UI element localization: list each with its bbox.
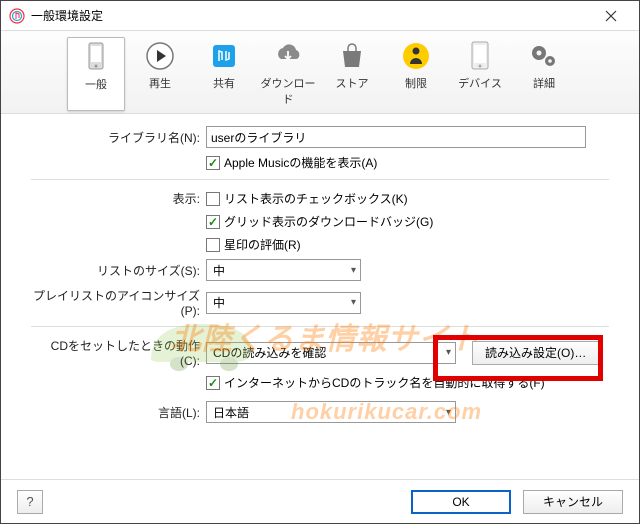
list-checkbox-checkbox[interactable] — [206, 192, 220, 206]
close-button[interactable] — [591, 2, 631, 30]
window-title: 一般環境設定 — [31, 7, 591, 24]
ok-button[interactable]: OK — [411, 490, 511, 514]
device-icon — [451, 39, 509, 73]
apple-music-checkbox[interactable] — [206, 156, 220, 170]
phone-icon — [68, 40, 124, 74]
cd-action-label: CDをセットしたときの動作(C): — [31, 337, 206, 368]
list-size-label: リストのサイズ(S): — [31, 262, 206, 279]
tab-sharing[interactable]: 共有 — [195, 37, 253, 111]
import-settings-button[interactable]: 読み込み設定(O)… — [472, 341, 599, 365]
list-checkbox-label: リスト表示のチェックボックス(K) — [224, 190, 408, 207]
gears-icon — [515, 39, 573, 73]
cloud-download-icon — [259, 39, 317, 73]
footer: ? OK キャンセル — [1, 479, 639, 523]
chevron-down-icon: ▾ — [351, 265, 356, 276]
cd-internet-checkbox[interactable] — [206, 376, 220, 390]
tab-devices[interactable]: デバイス — [451, 37, 509, 111]
app-icon — [9, 8, 25, 24]
cd-internet-label: インターネットからCDのトラック名を自動的に取得する(F) — [224, 374, 545, 391]
bag-icon — [323, 39, 381, 73]
tab-advanced[interactable]: 詳細 — [515, 37, 573, 111]
cd-action-select[interactable]: CDの読み込みを確認 ▾ — [206, 342, 456, 364]
library-name-input[interactable] — [206, 126, 586, 148]
list-size-select[interactable]: 中 ▾ — [206, 259, 361, 281]
tab-downloads[interactable]: ダウンロード — [259, 37, 317, 111]
sharing-icon — [195, 39, 253, 73]
language-label: 言語(L): — [31, 404, 206, 421]
play-icon — [131, 39, 189, 73]
titlebar: 一般環境設定 — [1, 1, 639, 31]
star-rating-label: 星印の評価(R) — [224, 236, 301, 253]
library-name-label: ライブラリ名(N): — [31, 129, 206, 146]
language-select[interactable]: 日本語 ▾ — [206, 401, 456, 423]
tab-general[interactable]: 一般 — [67, 37, 125, 111]
playlist-icon-size-select[interactable]: 中 ▾ — [206, 292, 361, 314]
playlist-icon-size-label: プレイリストのアイコンサイズ(P): — [31, 287, 206, 318]
grid-badge-label: グリッド表示のダウンロードバッジ(G) — [224, 213, 433, 230]
tab-store[interactable]: ストア — [323, 37, 381, 111]
separator — [31, 179, 609, 180]
content-area: 北陸くるま情報サイト hokurikucar.com ライブラリ名(N): Ap… — [1, 114, 639, 439]
display-section-label: 表示: — [31, 190, 206, 207]
star-rating-checkbox[interactable] — [206, 238, 220, 252]
chevron-down-icon: ▾ — [351, 297, 356, 308]
chevron-down-icon: ▾ — [446, 407, 451, 418]
restrictions-icon — [387, 39, 445, 73]
tab-playback[interactable]: 再生 — [131, 37, 189, 111]
tab-restrictions[interactable]: 制限 — [387, 37, 445, 111]
chevron-down-icon: ▾ — [446, 347, 451, 358]
grid-badge-checkbox[interactable] — [206, 215, 220, 229]
tab-toolbar: 一般 再生 共有 ダウンロード ストア 制限 デバイス 詳細 — [1, 31, 639, 114]
cancel-button[interactable]: キャンセル — [523, 490, 623, 514]
help-button[interactable]: ? — [17, 490, 43, 514]
apple-music-label: Apple Musicの機能を表示(A) — [224, 154, 377, 171]
separator — [31, 326, 609, 327]
